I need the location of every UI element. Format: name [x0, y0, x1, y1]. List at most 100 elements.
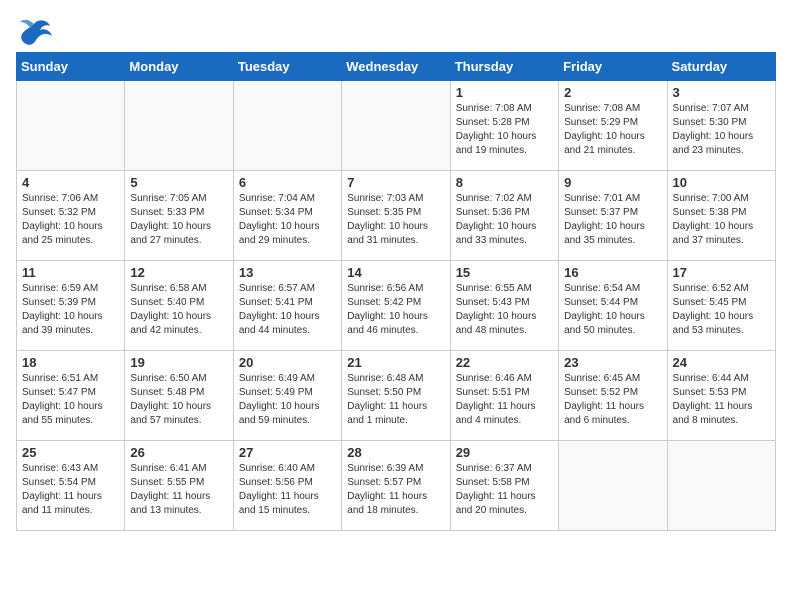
day-info: Sunrise: 6:44 AM Sunset: 5:53 PM Dayligh… [673, 372, 770, 428]
calendar-cell: 10 Sunrise: 7:00 AM Sunset: 5:38 PM Dayli… [667, 171, 775, 261]
day-info: Sunrise: 6:43 AM Sunset: 5:54 PM Dayligh… [22, 462, 119, 518]
calendar-cell: 22 Sunrise: 6:46 AM Sunset: 5:51 PM Dayli… [450, 351, 558, 441]
day-number: 4 [22, 175, 119, 190]
day-of-week-header: Saturday [667, 53, 775, 81]
day-number: 22 [456, 355, 553, 370]
day-info: Sunrise: 7:03 AM Sunset: 5:35 PM Dayligh… [347, 192, 444, 248]
day-number: 26 [130, 445, 227, 460]
day-number: 14 [347, 265, 444, 280]
logo-icon [16, 16, 48, 44]
day-info: Sunrise: 7:05 AM Sunset: 5:33 PM Dayligh… [130, 192, 227, 248]
calendar-cell [233, 81, 341, 171]
day-number: 2 [564, 85, 661, 100]
day-number: 27 [239, 445, 336, 460]
calendar-cell: 18Sunrise: 6:51 AM Sunset: 5:47 PM Dayli… [17, 351, 125, 441]
day-number: 9 [564, 175, 661, 190]
day-number: 12 [130, 265, 227, 280]
calendar-table: SundayMondayTuesdayWednesdayThursdayFrid… [16, 52, 776, 531]
calendar-cell: 13 Sunrise: 6:57 AM Sunset: 5:41 PM Dayli… [233, 261, 341, 351]
day-number: 19 [130, 355, 227, 370]
day-number: 29 [456, 445, 553, 460]
page-header [16, 16, 776, 44]
calendar-cell: 29 Sunrise: 6:37 AM Sunset: 5:58 PM Dayli… [450, 441, 558, 531]
day-info: Sunrise: 6:46 AM Sunset: 5:51 PM Dayligh… [456, 372, 553, 428]
calendar-cell: 8 Sunrise: 7:02 AM Sunset: 5:36 PM Daylig… [450, 171, 558, 261]
day-of-week-header: Wednesday [342, 53, 450, 81]
day-number: 6 [239, 175, 336, 190]
calendar-week-row: 4 Sunrise: 7:06 AM Sunset: 5:32 PM Daylig… [17, 171, 776, 261]
day-number: 20 [239, 355, 336, 370]
calendar-cell: 12 Sunrise: 6:58 AM Sunset: 5:40 PM Dayli… [125, 261, 233, 351]
day-info: Sunrise: 6:57 AM Sunset: 5:41 PM Dayligh… [239, 282, 336, 338]
day-info: Sunrise: 6:58 AM Sunset: 5:40 PM Dayligh… [130, 282, 227, 338]
day-number: 8 [456, 175, 553, 190]
day-of-week-header: Thursday [450, 53, 558, 81]
calendar-cell: 2Sunrise: 7:08 AM Sunset: 5:29 PM Daylig… [559, 81, 667, 171]
calendar-cell: 17 Sunrise: 6:52 AM Sunset: 5:45 PM Dayli… [667, 261, 775, 351]
calendar-cell [125, 81, 233, 171]
calendar-cell [559, 441, 667, 531]
calendar-cell: 21Sunrise: 6:48 AM Sunset: 5:50 PM Dayli… [342, 351, 450, 441]
calendar-cell: 11 Sunrise: 6:59 AM Sunset: 5:39 PM Dayli… [17, 261, 125, 351]
day-number: 11 [22, 265, 119, 280]
day-info: Sunrise: 7:07 AM Sunset: 5:30 PM Dayligh… [673, 102, 770, 158]
calendar-cell: 7 Sunrise: 7:03 AM Sunset: 5:35 PM Daylig… [342, 171, 450, 261]
day-number: 1 [456, 85, 553, 100]
day-of-week-header: Monday [125, 53, 233, 81]
day-number: 23 [564, 355, 661, 370]
calendar-header-row: SundayMondayTuesdayWednesdayThursdayFrid… [17, 53, 776, 81]
day-of-week-header: Tuesday [233, 53, 341, 81]
day-info: Sunrise: 7:08 AM Sunset: 5:28 PM Dayligh… [456, 102, 553, 158]
day-info: Sunrise: 6:52 AM Sunset: 5:45 PM Dayligh… [673, 282, 770, 338]
calendar-cell: 4 Sunrise: 7:06 AM Sunset: 5:32 PM Daylig… [17, 171, 125, 261]
calendar-week-row: 25 Sunrise: 6:43 AM Sunset: 5:54 PM Dayli… [17, 441, 776, 531]
calendar-cell: 26 Sunrise: 6:41 AM Sunset: 5:55 PM Dayli… [125, 441, 233, 531]
day-info: Sunrise: 6:49 AM Sunset: 5:49 PM Dayligh… [239, 372, 336, 428]
day-number: 10 [673, 175, 770, 190]
day-of-week-header: Sunday [17, 53, 125, 81]
calendar-cell: 25 Sunrise: 6:43 AM Sunset: 5:54 PM Dayli… [17, 441, 125, 531]
day-number: 15 [456, 265, 553, 280]
calendar-cell: 19 Sunrise: 6:50 AM Sunset: 5:48 PM Dayli… [125, 351, 233, 441]
day-number: 28 [347, 445, 444, 460]
day-info: Sunrise: 6:51 AM Sunset: 5:47 PM Dayligh… [22, 372, 119, 428]
day-info: Sunrise: 7:06 AM Sunset: 5:32 PM Dayligh… [22, 192, 119, 248]
day-info: Sunrise: 6:48 AM Sunset: 5:50 PM Dayligh… [347, 372, 444, 428]
calendar-cell: 27Sunrise: 6:40 AM Sunset: 5:56 PM Dayli… [233, 441, 341, 531]
day-info: Sunrise: 6:56 AM Sunset: 5:42 PM Dayligh… [347, 282, 444, 338]
day-info: Sunrise: 6:59 AM Sunset: 5:39 PM Dayligh… [22, 282, 119, 338]
calendar-cell [342, 81, 450, 171]
day-info: Sunrise: 7:02 AM Sunset: 5:36 PM Dayligh… [456, 192, 553, 248]
day-number: 24 [673, 355, 770, 370]
day-number: 3 [673, 85, 770, 100]
day-info: Sunrise: 6:37 AM Sunset: 5:58 PM Dayligh… [456, 462, 553, 518]
day-info: Sunrise: 6:45 AM Sunset: 5:52 PM Dayligh… [564, 372, 661, 428]
calendar-cell: 1 Sunrise: 7:08 AM Sunset: 5:28 PM Daylig… [450, 81, 558, 171]
calendar-week-row: 11 Sunrise: 6:59 AM Sunset: 5:39 PM Dayli… [17, 261, 776, 351]
day-info: Sunrise: 7:04 AM Sunset: 5:34 PM Dayligh… [239, 192, 336, 248]
day-number: 16 [564, 265, 661, 280]
day-of-week-header: Friday [559, 53, 667, 81]
day-info: Sunrise: 6:41 AM Sunset: 5:55 PM Dayligh… [130, 462, 227, 518]
calendar-week-row: 1 Sunrise: 7:08 AM Sunset: 5:28 PM Daylig… [17, 81, 776, 171]
day-info: Sunrise: 6:55 AM Sunset: 5:43 PM Dayligh… [456, 282, 553, 338]
day-number: 13 [239, 265, 336, 280]
calendar-cell: 28Sunrise: 6:39 AM Sunset: 5:57 PM Dayli… [342, 441, 450, 531]
day-info: Sunrise: 7:00 AM Sunset: 5:38 PM Dayligh… [673, 192, 770, 248]
calendar-cell: 15 Sunrise: 6:55 AM Sunset: 5:43 PM Dayli… [450, 261, 558, 351]
day-number: 7 [347, 175, 444, 190]
calendar-cell: 16Sunrise: 6:54 AM Sunset: 5:44 PM Dayli… [559, 261, 667, 351]
calendar-cell: 24 Sunrise: 6:44 AM Sunset: 5:53 PM Dayli… [667, 351, 775, 441]
calendar-cell [17, 81, 125, 171]
calendar-cell: 5 Sunrise: 7:05 AM Sunset: 5:33 PM Daylig… [125, 171, 233, 261]
day-number: 5 [130, 175, 227, 190]
day-number: 25 [22, 445, 119, 460]
day-info: Sunrise: 7:01 AM Sunset: 5:37 PM Dayligh… [564, 192, 661, 248]
calendar-cell: 9 Sunrise: 7:01 AM Sunset: 5:37 PM Daylig… [559, 171, 667, 261]
calendar-cell: 23 Sunrise: 6:45 AM Sunset: 5:52 PM Dayli… [559, 351, 667, 441]
calendar-cell [667, 441, 775, 531]
day-number: 17 [673, 265, 770, 280]
day-info: Sunrise: 6:50 AM Sunset: 5:48 PM Dayligh… [130, 372, 227, 428]
calendar-cell: 3 Sunrise: 7:07 AM Sunset: 5:30 PM Daylig… [667, 81, 775, 171]
calendar-week-row: 18Sunrise: 6:51 AM Sunset: 5:47 PM Dayli… [17, 351, 776, 441]
